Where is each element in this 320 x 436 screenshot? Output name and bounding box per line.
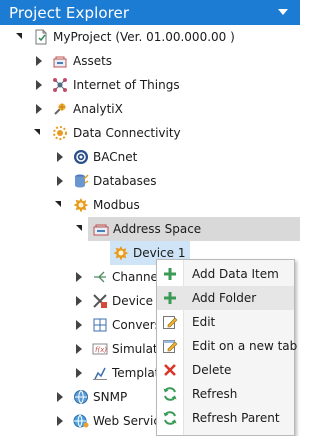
expand-toggle[interactable]	[34, 56, 44, 66]
expand-toggle[interactable]	[14, 32, 24, 42]
menu-item-add-data-item[interactable]: Add Data Item	[157, 262, 294, 286]
assets-icon	[52, 53, 68, 69]
menu-item-edit-new-tab[interactable]: Edit on a new tab	[157, 334, 298, 358]
menu-item-label: Add Data Item	[192, 267, 279, 281]
tree-node-label: Assets	[73, 54, 113, 68]
plus-icon	[162, 290, 178, 306]
expand-toggle[interactable]	[32, 128, 42, 138]
data-connectivity-icon	[52, 125, 68, 141]
tree-node-label: Channel	[112, 270, 162, 284]
web-services-icon	[73, 413, 89, 429]
databases-icon	[73, 173, 89, 189]
svg-text:f(x): f(x)	[95, 346, 107, 354]
menu-item-label: Refresh Parent	[192, 411, 280, 425]
conversions-icon	[92, 317, 108, 333]
edit-icon	[162, 314, 178, 330]
expand-toggle[interactable]	[55, 152, 65, 162]
menu-item-label: Refresh	[192, 387, 238, 401]
tree-node-assets[interactable]: Assets	[0, 49, 300, 73]
menu-item-refresh[interactable]: Refresh	[157, 382, 294, 406]
context-menu: Add Data Item Add Folder Edit Edit on a …	[156, 259, 298, 436]
refresh-parent-icon	[162, 410, 178, 426]
expand-toggle[interactable]	[55, 416, 65, 426]
menu-item-refresh-parent[interactable]: Refresh Parent	[157, 406, 294, 430]
channels-icon	[92, 269, 108, 285]
tree-node-label: Modbus	[93, 198, 140, 212]
expand-toggle[interactable]	[55, 392, 65, 402]
tree-node-address-space[interactable]: Address Space	[88, 217, 300, 241]
expand-toggle[interactable]	[55, 176, 65, 186]
tree-node-databases[interactable]: Databases	[0, 169, 300, 193]
tree-node-project[interactable]: MyProject (Ver. 01.00.000.00 )	[0, 25, 300, 49]
tree-node-label: MyProject (Ver. 01.00.000.00 )	[53, 30, 235, 44]
tree-node-label: Internet of Things	[73, 78, 180, 92]
menu-item-label: Edit	[192, 315, 216, 329]
expand-toggle[interactable]	[74, 368, 84, 378]
tree-node-label: Templat	[112, 366, 160, 380]
simulator-icon: f(x)	[92, 341, 108, 357]
device-icon	[113, 245, 129, 261]
tree-node-label: Convers	[112, 318, 161, 332]
menu-item-add-folder[interactable]: Add Folder	[157, 286, 294, 310]
title-bar: Project Explorer	[0, 0, 300, 25]
tree-node-label: Device 1	[133, 246, 186, 260]
expand-toggle[interactable]	[34, 80, 44, 90]
tree-node-label: Data Connectivity	[73, 126, 181, 140]
tree-node-modbus[interactable]: Modbus	[0, 193, 300, 217]
expand-toggle[interactable]	[74, 320, 84, 330]
menu-item-label: Edit on a new tab	[192, 339, 298, 353]
snmp-icon	[73, 389, 89, 405]
tree-node-label: AnalytiX	[73, 102, 123, 116]
refresh-icon	[162, 386, 178, 402]
expand-toggle[interactable]	[74, 272, 84, 282]
menu-item-edit[interactable]: Edit	[157, 310, 294, 334]
edit-new-tab-icon	[162, 338, 178, 354]
panel-menu-dropdown-icon[interactable]	[278, 9, 288, 15]
analytix-icon	[52, 101, 68, 117]
tree-node-analytix[interactable]: AnalytiX	[0, 97, 300, 121]
tree-node-label: BACnet	[93, 150, 138, 164]
modbus-icon	[73, 197, 89, 213]
expand-toggle[interactable]	[74, 296, 84, 306]
expand-toggle[interactable]	[74, 224, 84, 234]
address-space-icon	[93, 221, 109, 237]
tree-node-label: Address Space	[113, 222, 202, 236]
bacnet-icon	[73, 149, 89, 165]
delete-icon	[162, 362, 178, 378]
menu-item-label: Delete	[192, 363, 232, 377]
plus-icon	[162, 266, 178, 282]
templates-icon	[92, 365, 108, 381]
menu-item-label: Add Folder	[192, 291, 257, 305]
panel-title: Project Explorer	[9, 3, 130, 22]
tree-node-bacnet[interactable]: BACnet	[0, 145, 300, 169]
tree-node-label: Databases	[93, 174, 157, 188]
device-templates-icon	[92, 293, 108, 309]
expand-toggle[interactable]	[34, 104, 44, 114]
tree-node-iot[interactable]: Internet of Things	[0, 73, 300, 97]
iot-icon	[52, 77, 68, 93]
project-icon	[33, 29, 49, 45]
tree-node-label: SNMP	[93, 390, 128, 404]
tree-node-data-connectivity[interactable]: Data Connectivity	[0, 121, 300, 145]
expand-toggle[interactable]	[74, 344, 84, 354]
expand-toggle[interactable]	[53, 200, 63, 210]
menu-item-delete[interactable]: Delete	[157, 358, 294, 382]
